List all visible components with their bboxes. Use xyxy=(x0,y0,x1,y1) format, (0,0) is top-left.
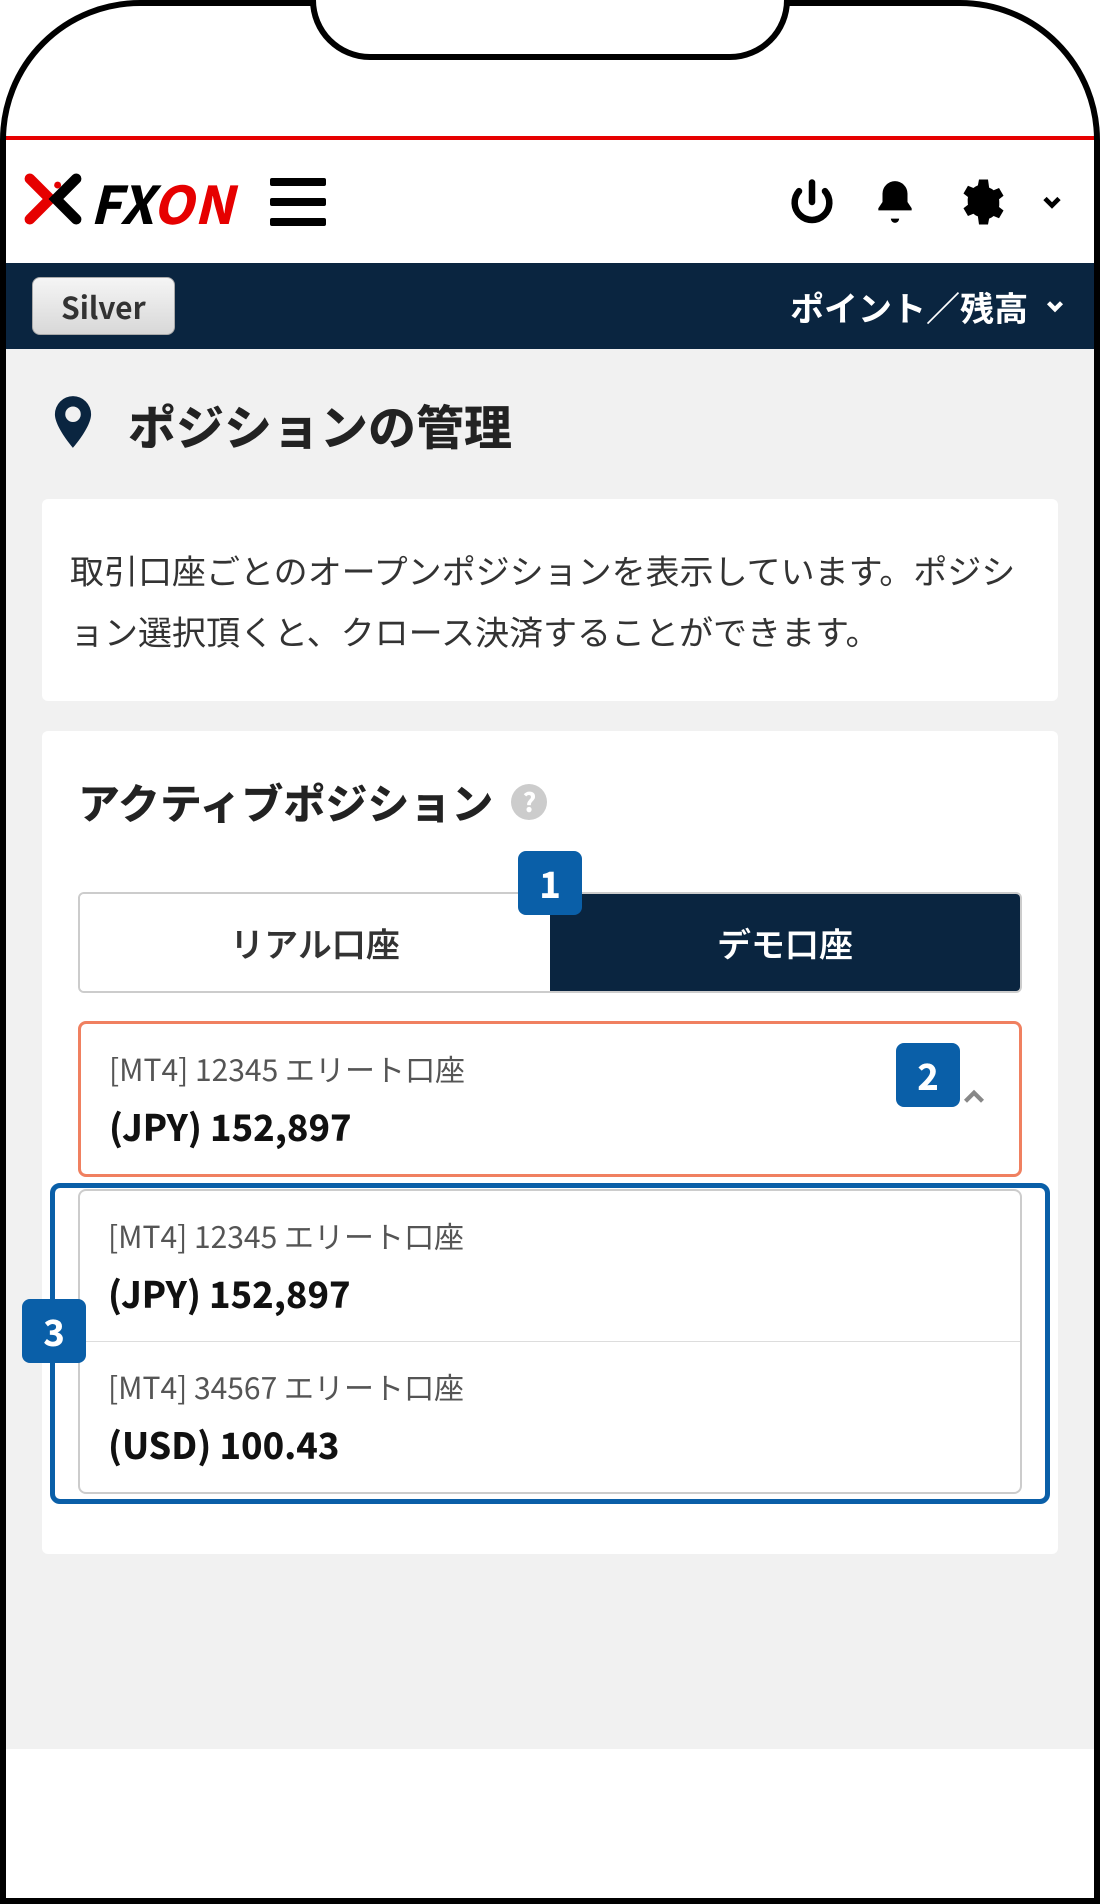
account-option-balance: (JPY) 152,897 xyxy=(108,1267,992,1319)
active-positions-panel: アクティブポジション ? 1 リアル口座 デモ口座 [MT4] 12345 エリ… xyxy=(42,731,1058,1554)
selected-account-balance: (JPY) 152,897 xyxy=(109,1100,465,1152)
logo-text: FXON xyxy=(90,164,234,239)
panel-title: アクティブポジション xyxy=(78,771,493,832)
help-icon[interactable]: ? xyxy=(511,784,547,820)
points-label: ポイント／残高 xyxy=(790,282,1028,331)
bell-icon[interactable] xyxy=(870,177,920,227)
account-option[interactable]: [MT4] 34567 エリート口座 (USD) 100.43 xyxy=(80,1341,1020,1492)
tab-demo-account[interactable]: デモ口座 xyxy=(550,894,1020,991)
callout-marker-2: 2 xyxy=(896,1043,960,1107)
callout-marker-1: 1 xyxy=(518,851,582,915)
chevron-up-icon xyxy=(957,1080,991,1119)
app-header: FXON xyxy=(6,140,1094,263)
account-option-label: [MT4] 34567 エリート口座 xyxy=(108,1364,992,1408)
callout-marker-3: 3 xyxy=(22,1299,86,1363)
chevron-down-icon xyxy=(1042,293,1068,319)
chevron-down-icon[interactable] xyxy=(1038,188,1066,216)
points-balance-toggle[interactable]: ポイント／残高 xyxy=(790,282,1068,331)
power-icon[interactable] xyxy=(786,176,838,228)
account-option-balance: (USD) 100.43 xyxy=(108,1418,992,1470)
account-select[interactable]: [MT4] 12345 エリート口座 (JPY) 152,897 xyxy=(78,1021,1022,1177)
brand-logo[interactable]: FXON xyxy=(24,164,234,239)
page-title: ポジションの管理 xyxy=(128,389,512,459)
tier-badge: Silver xyxy=(32,277,175,335)
description-card: 取引口座ごとのオープンポジションを表示しています。ポジション選択頂くと、クロース… xyxy=(42,499,1058,701)
tab-real-account[interactable]: リアル口座 xyxy=(80,894,550,991)
account-option[interactable]: [MT4] 12345 エリート口座 (JPY) 152,897 xyxy=(80,1191,1020,1341)
selected-account-label: [MT4] 12345 エリート口座 xyxy=(109,1046,465,1090)
gear-icon[interactable] xyxy=(952,175,1006,229)
account-option-label: [MT4] 12345 エリート口座 xyxy=(108,1213,992,1257)
logo-mark-icon xyxy=(24,170,82,233)
location-pin-icon xyxy=(42,391,104,458)
account-dropdown-list: [MT4] 12345 エリート口座 (JPY) 152,897 [MT4] 3… xyxy=(78,1189,1022,1494)
menu-icon[interactable] xyxy=(270,178,326,226)
account-subheader: Silver ポイント／残高 xyxy=(6,263,1094,349)
